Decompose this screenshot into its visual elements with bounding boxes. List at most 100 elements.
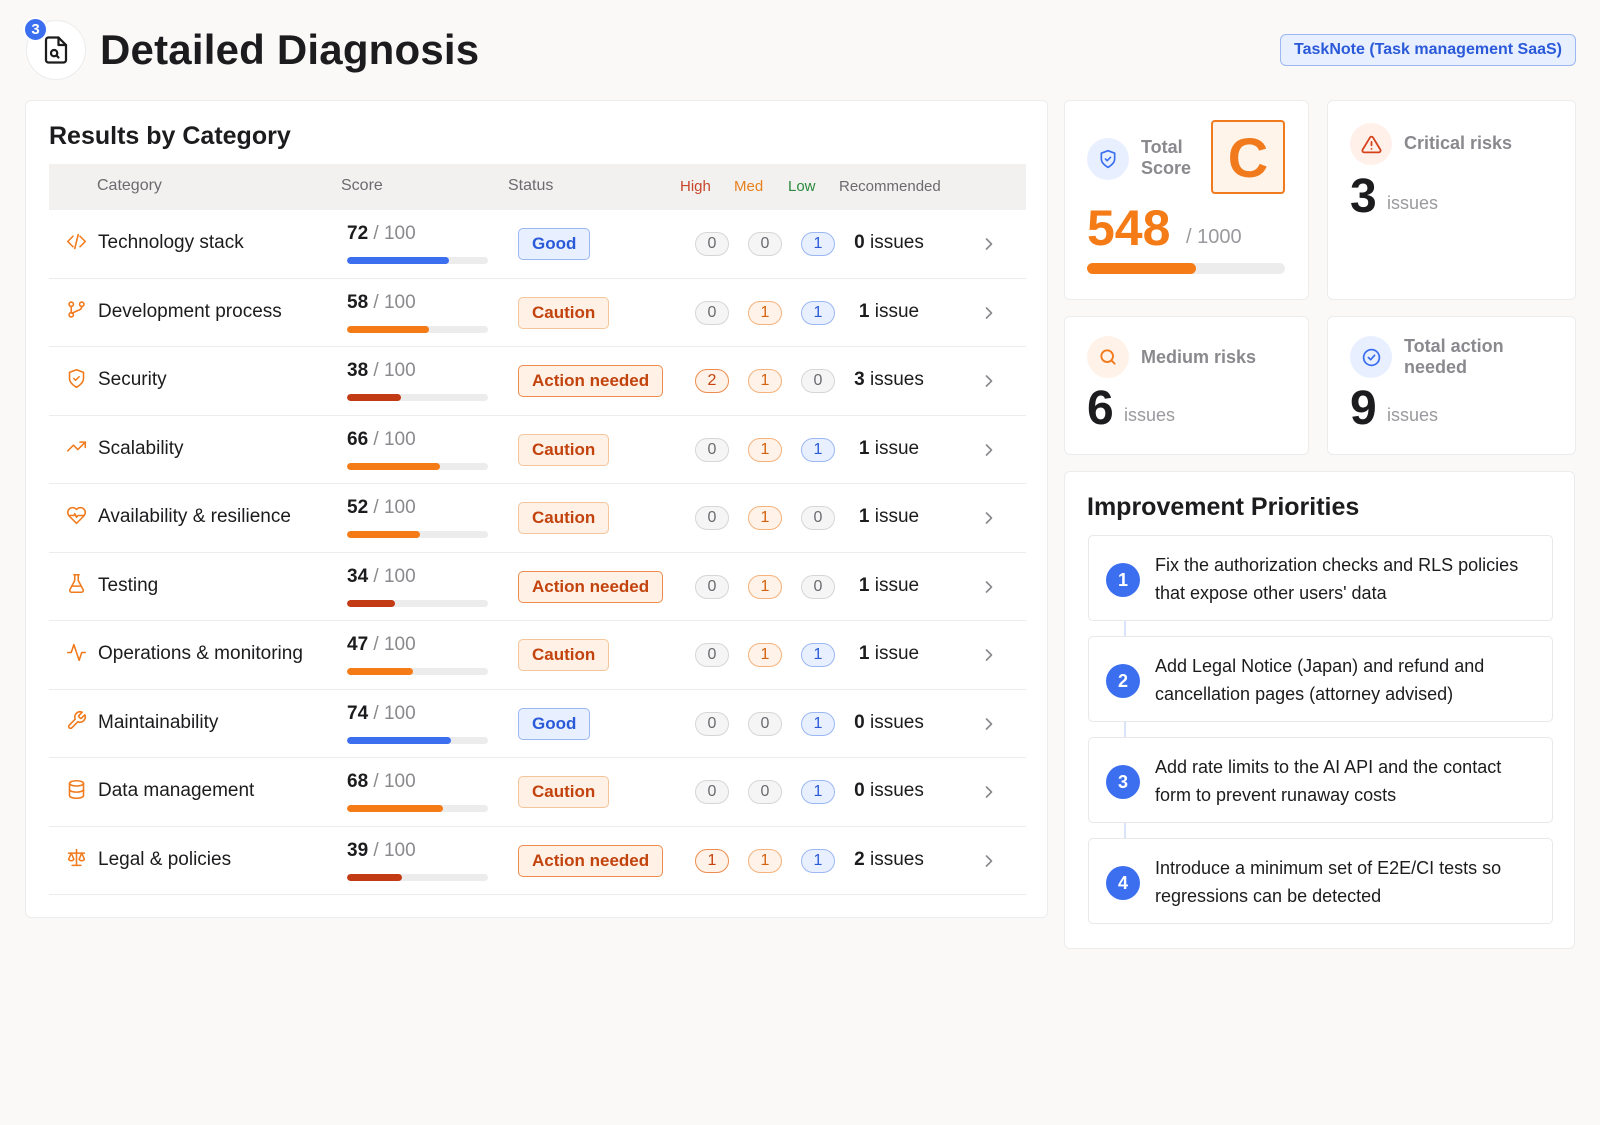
priority-item[interactable]: 4 Introduce a minimum set of E2E/CI tests…	[1088, 838, 1553, 924]
table-row[interactable]: Scalability 66 / 100 Caution 0 1 1 1 issue	[49, 416, 1026, 484]
chevron-right-icon[interactable]	[979, 371, 999, 391]
file-search-icon: 3	[23, 17, 86, 80]
score-number: 74	[347, 702, 369, 724]
med-count-badge: 1	[748, 574, 782, 599]
score-value: 34 / 100	[347, 566, 416, 588]
priority-item[interactable]: 2 Add Legal Notice (Japan) and refund and…	[1088, 636, 1553, 722]
table-row[interactable]: Technology stack 72 / 100 Good 0 0 1 0 issues	[49, 210, 1026, 279]
code-icon	[65, 230, 87, 252]
recommended-issues: 1 issue	[829, 506, 949, 528]
recommended-issues: 0 issues	[829, 232, 949, 254]
score-bar	[347, 599, 488, 607]
wrench-icon	[65, 710, 87, 732]
chevron-right-icon[interactable]	[979, 851, 999, 871]
recommended-issues: 3 issues	[829, 369, 949, 391]
category-name: Maintainability	[98, 711, 219, 733]
score-value: 52 / 100	[347, 497, 416, 519]
recommended-unit: issues	[870, 780, 924, 801]
table-row[interactable]: Development process 58 / 100 Caution 0 1 1 1 i…	[49, 279, 1026, 347]
table-row[interactable]: Legal & policies 39 / 100 Action needed 1 1 1…	[49, 827, 1026, 895]
category-name: Development process	[98, 300, 282, 322]
project-chip[interactable]: TaskNote (Task management SaaS)	[1280, 34, 1576, 66]
chevron-right-icon[interactable]	[979, 645, 999, 665]
recommended-unit: issues	[870, 848, 924, 870]
chevron-right-icon[interactable]	[979, 234, 999, 254]
col-status: Status	[508, 177, 554, 194]
status-badge: Caution	[518, 296, 610, 329]
col-category: Category	[97, 177, 162, 194]
results-title: Results by Category	[49, 122, 291, 150]
score-value: 58 / 100	[347, 292, 416, 314]
col-low: Low	[788, 178, 816, 195]
table-row[interactable]: Availability & resilience 52 / 100 Caution…	[49, 484, 1026, 553]
category-name: Data management	[98, 780, 255, 801]
score-bar	[347, 873, 488, 881]
total-score-max: / 1000	[1186, 226, 1242, 248]
chevron-right-icon[interactable]	[979, 508, 999, 528]
chevron-right-icon[interactable]	[979, 714, 999, 734]
score-number: 39	[347, 839, 369, 861]
recommended-unit: issues	[870, 232, 924, 253]
med-count-badge: 0	[748, 780, 782, 804]
high-count-badge: 0	[695, 780, 729, 804]
category-name: Availability & resilience	[98, 506, 291, 527]
priority-text: Introduce a minimum set of E2E/CI tests …	[1155, 858, 1502, 906]
table-row[interactable]: Maintainability 74 / 100 Good 0 0 1 0 issues	[49, 690, 1026, 758]
score-bar-fill	[347, 462, 441, 470]
status-badge: Action needed	[518, 844, 664, 877]
check-circle-icon	[1350, 336, 1392, 378]
med-count-badge: 0	[748, 232, 782, 256]
status-badge: Action needed	[518, 365, 664, 397]
table-row[interactable]: Operations & monitoring 47 / 100 Caution 0 1…	[49, 621, 1026, 690]
chevron-right-icon[interactable]	[979, 782, 999, 802]
medium-risks-unit: issues	[1124, 405, 1176, 425]
flask-icon	[65, 573, 87, 595]
score-number: 47	[347, 634, 369, 655]
score-bar	[347, 668, 488, 675]
trending-up-icon	[65, 436, 87, 458]
table-row[interactable]: Security 38 / 100 Action needed 2 1 0 3 issues	[49, 347, 1026, 416]
search-icon	[1087, 336, 1129, 378]
table-body: Technology stack 72 / 100 Good 0 0 1 0 issues D…	[49, 210, 1026, 895]
total-score-bar-fill	[1087, 263, 1196, 274]
score-number: 66	[347, 428, 369, 450]
score-max: / 100	[373, 771, 416, 792]
score-bar-fill	[347, 599, 395, 607]
recommended-unit: issue	[874, 643, 920, 664]
score-value: 47 / 100	[347, 634, 416, 656]
score-bar	[347, 394, 488, 401]
score-number: 68	[347, 771, 369, 792]
table-row[interactable]: Data management 68 / 100 Caution 0 0 1 0 issue…	[49, 758, 1026, 827]
status-badge: Caution	[518, 502, 610, 534]
recommended-issues: 1 issue	[829, 643, 949, 665]
total-score-card: Total Score C 548 / 1000	[1064, 100, 1309, 300]
med-count-badge: 1	[748, 300, 782, 325]
git-branch-icon	[65, 299, 87, 321]
shield-check-icon	[65, 367, 87, 389]
chevron-right-icon[interactable]	[979, 577, 999, 597]
scale-icon	[65, 847, 87, 869]
status-badge: Caution	[518, 433, 610, 466]
priority-item[interactable]: 3 Add rate limits to the AI API and the c…	[1088, 737, 1553, 823]
chevron-right-icon[interactable]	[979, 440, 999, 460]
score-number: 72	[347, 223, 369, 244]
score-value: 66 / 100	[347, 429, 416, 451]
recommended-count: 2	[854, 848, 865, 870]
score-max: / 100	[373, 702, 416, 724]
score-value: 68 / 100	[347, 771, 416, 793]
score-number: 52	[347, 497, 369, 518]
priority-item[interactable]: 1 Fix the authorization checks and RLS po…	[1088, 535, 1553, 621]
critical-risks-label: Critical risks	[1404, 133, 1513, 153]
total-action-label: Total action needed	[1404, 336, 1504, 377]
med-count-badge: 1	[748, 369, 782, 393]
shield-check-icon	[1087, 138, 1129, 180]
table-row[interactable]: Testing 34 / 100 Action needed 0 1 0 1 issue	[49, 553, 1026, 621]
score-value: 74 / 100	[347, 703, 416, 725]
chevron-right-icon[interactable]	[979, 303, 999, 323]
score-bar	[347, 325, 488, 333]
priority-number: 3	[1106, 765, 1140, 799]
score-max: / 100	[373, 839, 416, 861]
score-bar-fill	[347, 805, 443, 812]
score-value: 39 / 100	[347, 840, 416, 862]
recommended-unit: issues	[870, 369, 924, 390]
